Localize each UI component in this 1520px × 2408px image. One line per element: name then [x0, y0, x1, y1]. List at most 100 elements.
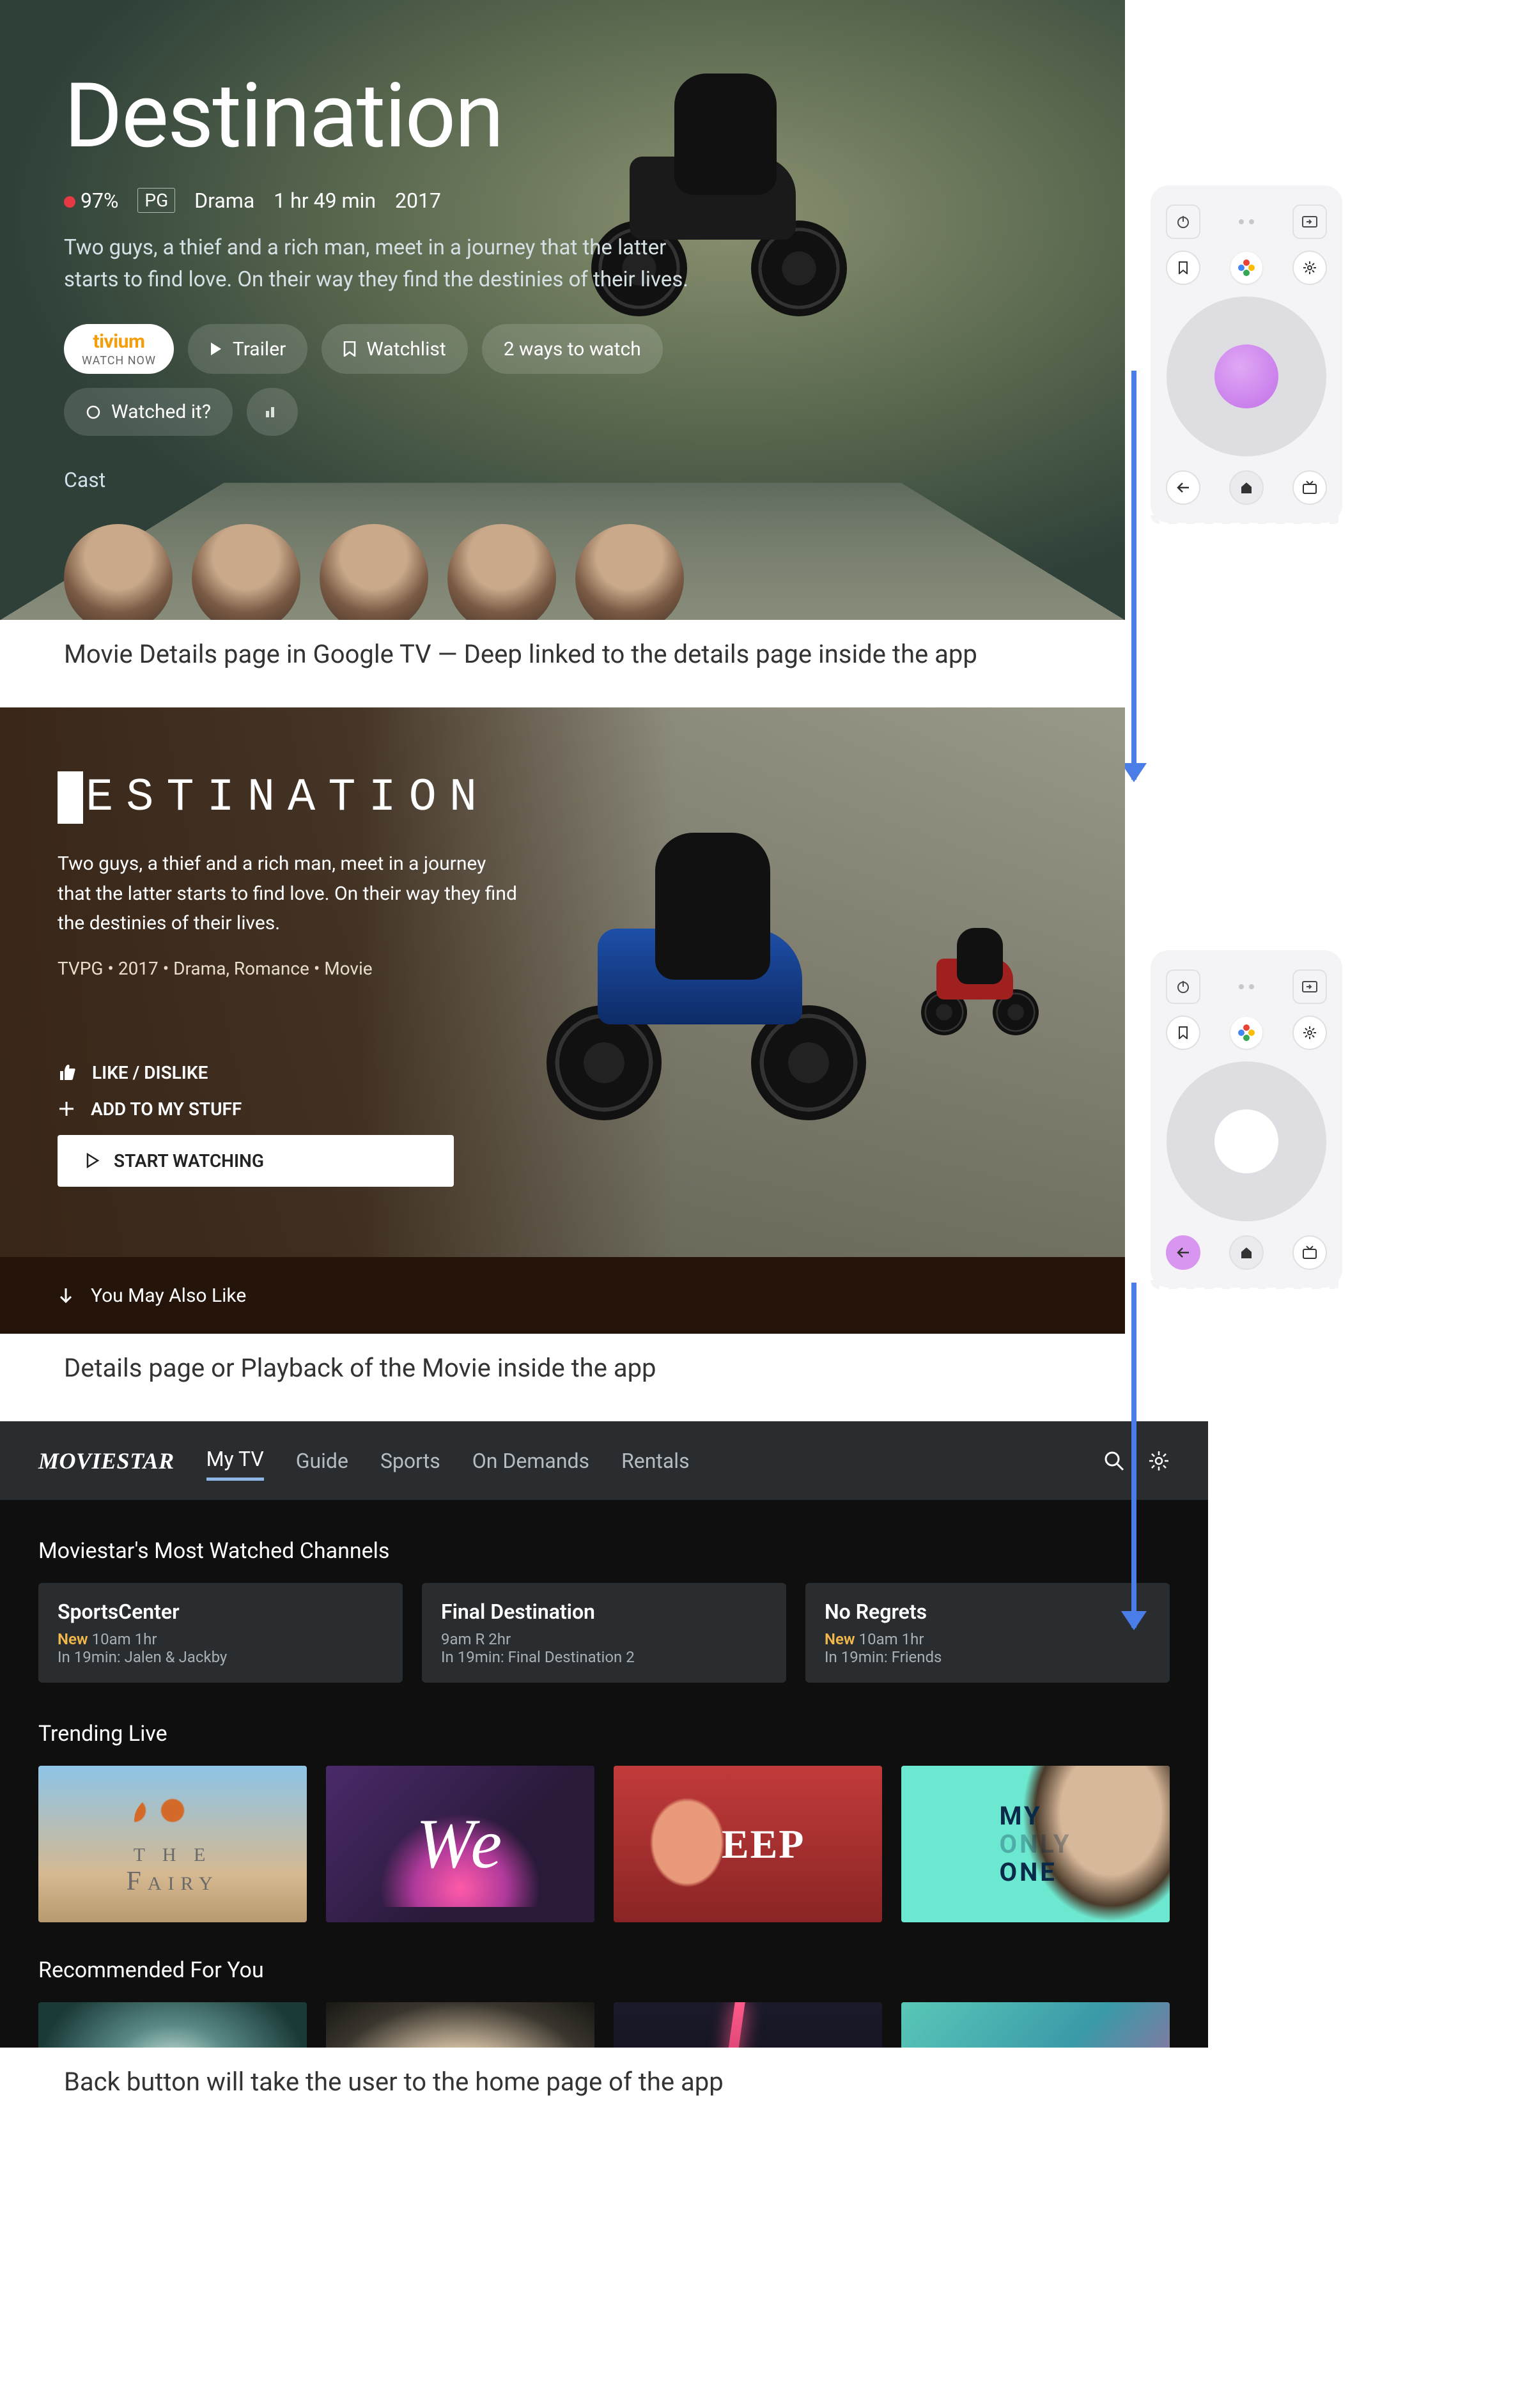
input-icon — [1301, 980, 1318, 993]
home-nav: MOVIESTAR My TV Guide Sports On Demands … — [0, 1421, 1208, 1500]
trailer-button[interactable]: Trailer — [188, 324, 307, 374]
section-most-watched: Moviestar's Most Watched Channels — [38, 1538, 1170, 1564]
thumbs-up-icon — [58, 1063, 77, 1081]
remote-dpad[interactable] — [1167, 297, 1326, 456]
channel-subline-2: In 19min: Jalen & Jackby — [58, 1648, 384, 1666]
bookmark-icon — [1178, 1026, 1188, 1039]
assistant-icon — [1238, 1024, 1255, 1041]
more-actions-button[interactable] — [247, 388, 298, 436]
tile-tumble-dry[interactable]: TUMBLEDRY — [901, 2002, 1170, 2048]
cast-avatar[interactable] — [320, 524, 428, 620]
home-icon — [1239, 481, 1253, 494]
cast-label: Cast — [64, 468, 767, 492]
like-dislike-button[interactable]: LIKE / DISLIKE — [58, 1062, 518, 1083]
tab-sports[interactable]: Sports — [380, 1442, 440, 1479]
tile-comedian[interactable]: THE COMEDIAN — [326, 2002, 594, 2048]
tab-my-tv[interactable]: My TV — [206, 1440, 264, 1481]
channel-card[interactable]: SportsCenter New10am 1hr In 19min: Jalen… — [38, 1583, 403, 1683]
remote-control-2 — [1151, 950, 1342, 1288]
tile-my-only-one[interactable]: MYONLYONE — [901, 1766, 1170, 1922]
channel-subline-2: In 19min: Friends — [825, 1648, 1151, 1666]
remote-select-button[interactable] — [1214, 1109, 1278, 1173]
hero-sportbike — [540, 845, 872, 1120]
remote-power-button[interactable] — [1166, 969, 1200, 1004]
circle-icon — [86, 405, 101, 420]
channel-subline-1: 9am R 2hr — [441, 1630, 767, 1648]
gear-icon — [1303, 1026, 1317, 1040]
remote-tv-button[interactable] — [1292, 1235, 1327, 1270]
power-icon — [1175, 214, 1191, 229]
watchlist-button[interactable]: Watchlist — [322, 324, 467, 374]
channel-subline-1: New10am 1hr — [825, 1630, 1151, 1648]
movie-description: Two guys, a thief and a rich man, meet i… — [64, 232, 703, 295]
tile-source[interactable]: THE SOURCE — [614, 2002, 882, 2048]
channel-subline-1: New10am 1hr — [58, 1630, 384, 1648]
ways-to-watch-button[interactable]: 2 ways to watch — [482, 324, 663, 374]
remote-dpad[interactable] — [1167, 1061, 1326, 1221]
cast-avatar[interactable] — [447, 524, 556, 620]
you-may-also-like-row[interactable]: You May Also Like — [0, 1257, 1125, 1334]
tile-deep[interactable]: DEEP — [614, 1766, 882, 1922]
tab-on-demands[interactable]: On Demands — [472, 1442, 589, 1479]
rate-icon — [263, 405, 281, 420]
home-icon — [1239, 1246, 1253, 1259]
caption-1: Movie Details page in Google TV — Deep l… — [0, 620, 1125, 707]
remote-bookmark-button[interactable] — [1166, 251, 1200, 285]
tab-rentals[interactable]: Rentals — [621, 1442, 690, 1479]
search-icon[interactable] — [1103, 1450, 1125, 1472]
bookmark-icon — [1178, 261, 1188, 274]
caption-2: Details page or Playback of the Movie in… — [0, 1334, 1125, 1421]
back-arrow-icon — [1176, 1247, 1190, 1258]
app-movie-description: Two guys, a thief and a rich man, meet i… — [58, 849, 518, 939]
channel-card[interactable]: No Regrets New10am 1hr In 19min: Friends — [805, 1583, 1170, 1683]
plus-icon — [58, 1100, 75, 1118]
caption-3: Back button will take the user to the ho… — [0, 2048, 1208, 2135]
tile-journey[interactable]: JOURNEY — [38, 2002, 307, 2048]
remote-input-button[interactable] — [1292, 969, 1327, 1004]
remote-back-button[interactable] — [1166, 470, 1200, 505]
metadata-year: 2017 — [395, 189, 441, 213]
play-icon — [210, 342, 222, 356]
settings-icon[interactable] — [1148, 1450, 1170, 1472]
remote-home-button[interactable] — [1229, 470, 1264, 505]
remote-settings-button[interactable] — [1292, 251, 1327, 285]
remote-assistant-button[interactable] — [1230, 1017, 1262, 1049]
remote-assistant-button[interactable] — [1230, 252, 1262, 284]
play-icon — [86, 1153, 100, 1168]
remote-control-1 — [1151, 185, 1342, 523]
channel-subline-2: In 19min: Final Destination 2 — [441, 1648, 767, 1666]
remote-select-button[interactable] — [1214, 344, 1278, 408]
add-to-stuff-button[interactable]: ADD TO MY STUFF — [58, 1099, 518, 1120]
channel-title: Final Destination — [441, 1600, 767, 1624]
tab-guide[interactable]: Guide — [296, 1442, 348, 1479]
cast-row — [0, 524, 1125, 620]
watch-now-button[interactable]: tivium WATCH NOW — [64, 324, 174, 374]
remote-tv-button[interactable] — [1292, 470, 1327, 505]
watched-it-button[interactable]: Watched it? — [64, 388, 233, 436]
remote-input-button[interactable] — [1292, 205, 1327, 239]
tv-icon — [1302, 1246, 1317, 1260]
tile-fairy[interactable]: T H EFAIRY — [38, 1766, 307, 1922]
remote-back-button[interactable] — [1166, 1235, 1200, 1270]
metadata-rating: PG — [137, 188, 175, 213]
cast-avatar[interactable] — [192, 524, 300, 620]
remote-home-button[interactable] — [1229, 1235, 1264, 1270]
brand-logo: MOVIESTAR — [38, 1447, 174, 1474]
power-icon — [1175, 979, 1191, 994]
tile-we[interactable]: We — [326, 1766, 594, 1922]
hero-sportbike-2 — [916, 933, 1044, 1035]
app-details-screen: DESTINATION Two guys, a thief and a rich… — [0, 707, 1125, 1334]
remote-power-button[interactable] — [1166, 205, 1200, 239]
channel-card[interactable]: Final Destination 9am R 2hr In 19min: Fi… — [422, 1583, 786, 1683]
down-arrow-icon — [58, 1286, 74, 1304]
movie-metadata: 97% PG Drama 1 hr 49 min 2017 — [64, 188, 767, 213]
start-watching-button[interactable]: START WATCHING — [58, 1135, 454, 1187]
remote-settings-button[interactable] — [1292, 1015, 1327, 1050]
cast-avatar[interactable] — [64, 524, 173, 620]
channel-title: No Regrets — [825, 1600, 1151, 1624]
cast-avatar[interactable] — [575, 524, 684, 620]
movie-title: Destination — [64, 64, 767, 169]
app-movie-title: DESTINATION — [58, 771, 518, 824]
remote-bookmark-button[interactable] — [1166, 1015, 1200, 1050]
bookmark-icon — [343, 341, 356, 357]
